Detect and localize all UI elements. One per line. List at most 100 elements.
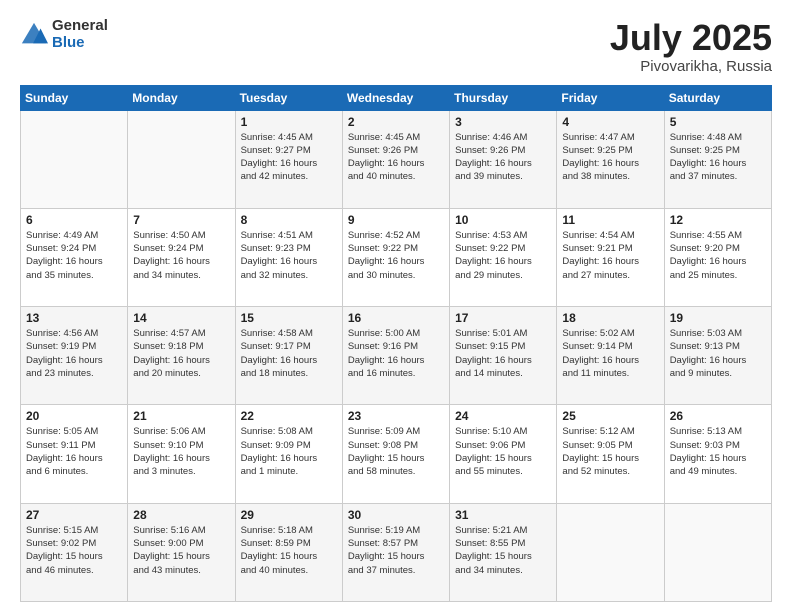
calendar-cell: 21Sunrise: 5:06 AMSunset: 9:10 PMDayligh… — [128, 405, 235, 503]
day-info: Sunrise: 5:15 AMSunset: 9:02 PMDaylight:… — [26, 524, 122, 577]
calendar-cell: 22Sunrise: 5:08 AMSunset: 9:09 PMDayligh… — [235, 405, 342, 503]
day-number: 23 — [348, 409, 444, 423]
calendar-cell: 27 Sunrise: 5:15 AMSunset: 9:02 PMDayligh… — [21, 503, 128, 601]
day-info: Sunrise: 5:12 AMSunset: 9:05 PMDaylight:… — [562, 425, 658, 478]
day-number: 13 — [26, 311, 122, 325]
calendar-cell: 8 Sunrise: 4:51 AMSunset: 9:23 PMDaylight… — [235, 208, 342, 306]
weekday-header-tuesday: Tuesday — [235, 85, 342, 110]
day-number: 10 — [455, 213, 551, 227]
calendar-cell: 19Sunrise: 5:03 AMSunset: 9:13 PMDayligh… — [664, 307, 771, 405]
calendar-cell: 3Sunrise: 4:46 AMSunset: 9:26 PMDaylight… — [450, 110, 557, 208]
logo-general-text: General — [52, 18, 108, 35]
day-info: Sunrise: 5:13 AMSunset: 9:03 PMDaylight:… — [670, 425, 766, 478]
day-number: 18 — [562, 311, 658, 325]
day-number: 20 — [26, 409, 122, 423]
calendar-cell: 24 Sunrise: 5:10 AMSunset: 9:06 PMDayligh… — [450, 405, 557, 503]
week-row-1: 1 Sunrise: 4:45 AMSunset: 9:27 PMDaylight… — [21, 110, 772, 208]
day-number: 26 — [670, 409, 766, 423]
day-info: Sunrise: 4:49 AMSunset: 9:24 PMDaylight:… — [26, 229, 122, 282]
day-info: Sunrise: 4:57 AMSunset: 9:18 PMDaylight:… — [133, 327, 229, 380]
calendar-cell — [664, 503, 771, 601]
day-number: 31 — [455, 508, 551, 522]
header: General Blue July 2025 Pivovarikha, Russ… — [20, 18, 772, 75]
calendar-cell: 20 Sunrise: 5:05 AMSunset: 9:11 PMDayligh… — [21, 405, 128, 503]
calendar-cell: 26 Sunrise: 5:13 AMSunset: 9:03 PMDayligh… — [664, 405, 771, 503]
calendar-cell: 7 Sunrise: 4:50 AMSunset: 9:24 PMDaylight… — [128, 208, 235, 306]
week-row-4: 20 Sunrise: 5:05 AMSunset: 9:11 PMDayligh… — [21, 405, 772, 503]
calendar-cell: 4 Sunrise: 4:47 AMSunset: 9:25 PMDaylight… — [557, 110, 664, 208]
weekday-header-wednesday: Wednesday — [342, 85, 449, 110]
day-info: Sunrise: 4:51 AMSunset: 9:23 PMDaylight:… — [241, 229, 337, 282]
calendar-cell: 25Sunrise: 5:12 AMSunset: 9:05 PMDayligh… — [557, 405, 664, 503]
day-info: Sunrise: 5:05 AMSunset: 9:11 PMDaylight:… — [26, 425, 122, 478]
day-number: 4 — [562, 115, 658, 129]
day-number: 7 — [133, 213, 229, 227]
day-info: Sunrise: 5:10 AMSunset: 9:06 PMDaylight:… — [455, 425, 551, 478]
weekday-header-friday: Friday — [557, 85, 664, 110]
calendar-cell: 17Sunrise: 5:01 AMSunset: 9:15 PMDayligh… — [450, 307, 557, 405]
calendar-cell: 23Sunrise: 5:09 AMSunset: 9:08 PMDayligh… — [342, 405, 449, 503]
logo-text: General Blue — [52, 18, 108, 51]
day-number: 24 — [455, 409, 551, 423]
day-info: Sunrise: 4:46 AMSunset: 9:26 PMDaylight:… — [455, 131, 551, 184]
calendar-cell: 13Sunrise: 4:56 AMSunset: 9:19 PMDayligh… — [21, 307, 128, 405]
day-number: 28 — [133, 508, 229, 522]
day-info: Sunrise: 5:18 AMSunset: 8:59 PMDaylight:… — [241, 524, 337, 577]
calendar-cell: 6 Sunrise: 4:49 AMSunset: 9:24 PMDaylight… — [21, 208, 128, 306]
day-number: 12 — [670, 213, 766, 227]
day-info: Sunrise: 5:16 AMSunset: 9:00 PMDaylight:… — [133, 524, 229, 577]
calendar-cell: 12 Sunrise: 4:55 AMSunset: 9:20 PMDayligh… — [664, 208, 771, 306]
day-info: Sunrise: 5:00 AMSunset: 9:16 PMDaylight:… — [348, 327, 444, 380]
calendar-cell: 15 Sunrise: 4:58 AMSunset: 9:17 PMDayligh… — [235, 307, 342, 405]
day-info: Sunrise: 4:47 AMSunset: 9:25 PMDaylight:… — [562, 131, 658, 184]
logo: General Blue — [20, 18, 108, 51]
title-month: July 2025 — [610, 18, 772, 58]
calendar-cell: 5Sunrise: 4:48 AMSunset: 9:25 PMDaylight… — [664, 110, 771, 208]
calendar-cell: 18Sunrise: 5:02 AMSunset: 9:14 PMDayligh… — [557, 307, 664, 405]
day-number: 16 — [348, 311, 444, 325]
day-number: 22 — [241, 409, 337, 423]
weekday-header-sunday: Sunday — [21, 85, 128, 110]
day-info: Sunrise: 4:50 AMSunset: 9:24 PMDaylight:… — [133, 229, 229, 282]
calendar-cell: 14Sunrise: 4:57 AMSunset: 9:18 PMDayligh… — [128, 307, 235, 405]
calendar-cell: 11 Sunrise: 4:54 AMSunset: 9:21 PMDayligh… — [557, 208, 664, 306]
day-number: 8 — [241, 213, 337, 227]
calendar-cell: 30Sunrise: 5:19 AMSunset: 8:57 PMDayligh… — [342, 503, 449, 601]
calendar-cell: 28 Sunrise: 5:16 AMSunset: 9:00 PMDayligh… — [128, 503, 235, 601]
day-info: Sunrise: 4:54 AMSunset: 9:21 PMDaylight:… — [562, 229, 658, 282]
day-number: 2 — [348, 115, 444, 129]
calendar-cell: 16 Sunrise: 5:00 AMSunset: 9:16 PMDayligh… — [342, 307, 449, 405]
day-info: Sunrise: 4:48 AMSunset: 9:25 PMDaylight:… — [670, 131, 766, 184]
calendar-cell — [21, 110, 128, 208]
weekday-header-saturday: Saturday — [664, 85, 771, 110]
week-row-5: 27 Sunrise: 5:15 AMSunset: 9:02 PMDayligh… — [21, 503, 772, 601]
day-info: Sunrise: 4:45 AMSunset: 9:27 PMDaylight:… — [241, 131, 337, 184]
page: General Blue July 2025 Pivovarikha, Russ… — [0, 0, 792, 612]
day-number: 11 — [562, 213, 658, 227]
day-number: 1 — [241, 115, 337, 129]
day-info: Sunrise: 4:58 AMSunset: 9:17 PMDaylight:… — [241, 327, 337, 380]
day-info: Sunrise: 5:21 AMSunset: 8:55 PMDaylight:… — [455, 524, 551, 577]
calendar-cell: 10 Sunrise: 4:53 AMSunset: 9:22 PMDayligh… — [450, 208, 557, 306]
day-info: Sunrise: 5:06 AMSunset: 9:10 PMDaylight:… — [133, 425, 229, 478]
day-info: Sunrise: 4:45 AMSunset: 9:26 PMDaylight:… — [348, 131, 444, 184]
day-number: 15 — [241, 311, 337, 325]
day-number: 29 — [241, 508, 337, 522]
calendar-cell: 1 Sunrise: 4:45 AMSunset: 9:27 PMDaylight… — [235, 110, 342, 208]
day-number: 6 — [26, 213, 122, 227]
weekday-header-monday: Monday — [128, 85, 235, 110]
day-info: Sunrise: 4:55 AMSunset: 9:20 PMDaylight:… — [670, 229, 766, 282]
day-info: Sunrise: 4:52 AMSunset: 9:22 PMDaylight:… — [348, 229, 444, 282]
day-number: 27 — [26, 508, 122, 522]
day-number: 9 — [348, 213, 444, 227]
calendar-table: SundayMondayTuesdayWednesdayThursdayFrid… — [20, 85, 772, 602]
calendar-cell: 31 Sunrise: 5:21 AMSunset: 8:55 PMDayligh… — [450, 503, 557, 601]
day-number: 30 — [348, 508, 444, 522]
title-block: July 2025 Pivovarikha, Russia — [610, 18, 772, 75]
calendar-cell: 2 Sunrise: 4:45 AMSunset: 9:26 PMDaylight… — [342, 110, 449, 208]
calendar-cell: 29 Sunrise: 5:18 AMSunset: 8:59 PMDayligh… — [235, 503, 342, 601]
calendar-cell — [128, 110, 235, 208]
calendar-cell: 9 Sunrise: 4:52 AMSunset: 9:22 PMDaylight… — [342, 208, 449, 306]
day-info: Sunrise: 4:53 AMSunset: 9:22 PMDaylight:… — [455, 229, 551, 282]
calendar-cell — [557, 503, 664, 601]
